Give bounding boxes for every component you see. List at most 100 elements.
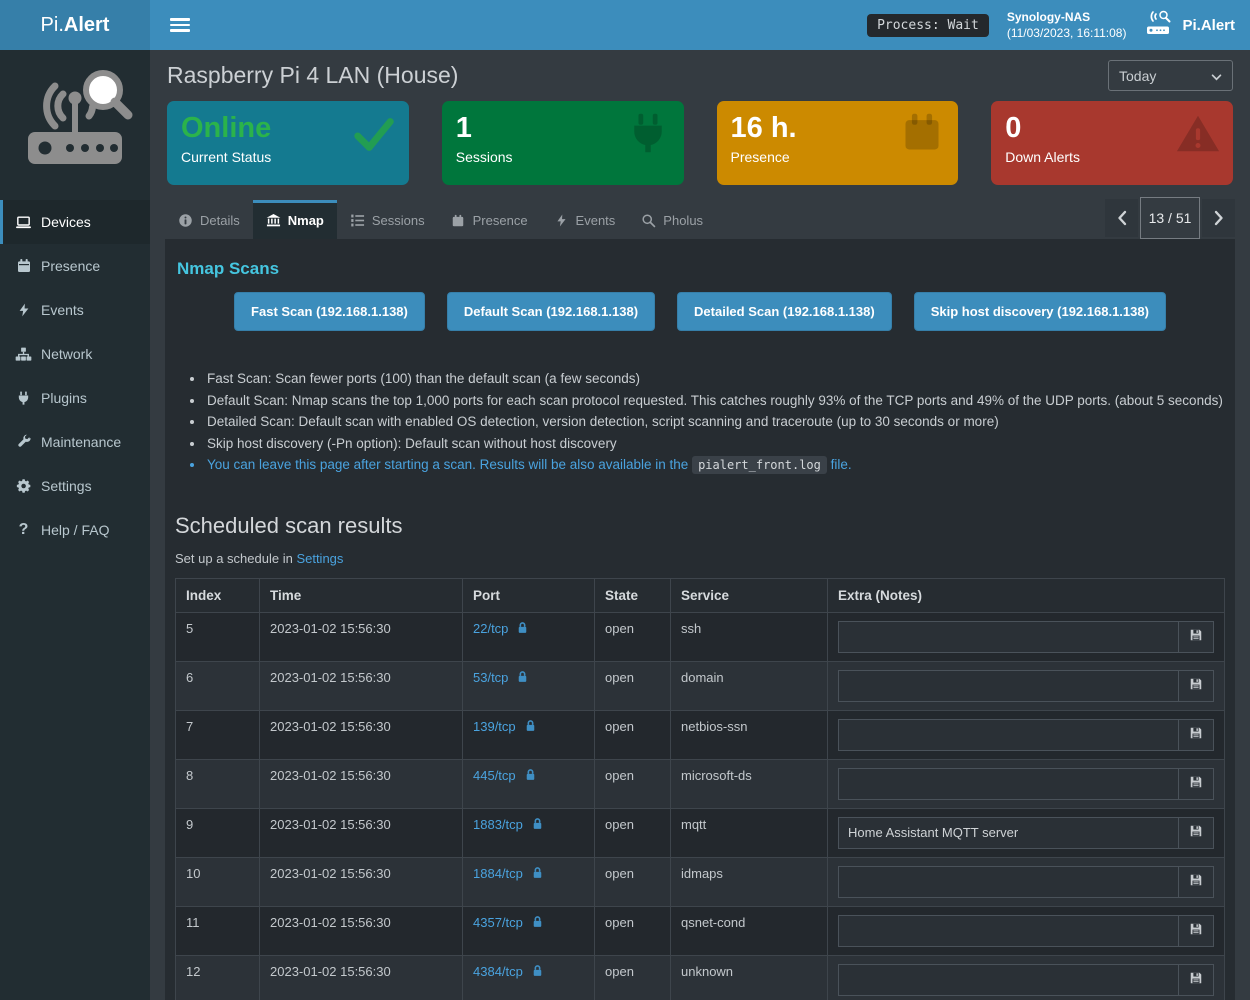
- cell-state: open: [595, 661, 671, 710]
- port-link[interactable]: 1884/tcp: [473, 866, 523, 881]
- note-input[interactable]: [838, 768, 1179, 800]
- floppy-icon: [1189, 922, 1203, 939]
- col-header-notes: Extra (Notes): [828, 578, 1225, 612]
- port-link[interactable]: 22/tcp: [473, 621, 508, 636]
- cell-state: open: [595, 955, 671, 1000]
- sidebar-item-presence[interactable]: Presence: [0, 244, 150, 288]
- note-input[interactable]: [838, 964, 1179, 996]
- port-link[interactable]: 53/tcp: [473, 670, 508, 685]
- col-header-index: Index: [176, 578, 260, 612]
- scan-note: Default Scan: Nmap scans the top 1,000 p…: [205, 390, 1225, 412]
- bolt-icon: [554, 213, 569, 228]
- cell-service: unknown: [671, 955, 828, 1000]
- port-link[interactable]: 445/tcp: [473, 768, 516, 783]
- lock-icon: [531, 866, 544, 880]
- process-status-badge: Process: Wait: [867, 14, 989, 37]
- save-note-button[interactable]: [1179, 964, 1214, 996]
- cell-index: 7: [176, 710, 260, 759]
- tab-sessions[interactable]: Sessions: [337, 200, 438, 239]
- cell-index: 9: [176, 808, 260, 857]
- brand-logo[interactable]: Pi.Alert: [0, 0, 150, 50]
- sidebar-item-devices[interactable]: Devices: [0, 200, 150, 244]
- cell-time: 2023-01-02 15:56:30: [260, 857, 463, 906]
- device-pager: 13 / 51: [1105, 197, 1235, 239]
- save-note-button[interactable]: [1179, 670, 1214, 702]
- note-input[interactable]: [838, 866, 1179, 898]
- cell-port: 22/tcp: [463, 612, 595, 661]
- port-link[interactable]: 1883/tcp: [473, 817, 523, 832]
- tab-label: Presence: [473, 213, 528, 228]
- port-link[interactable]: 4384/tcp: [473, 964, 523, 979]
- scan-results-body: 5 2023-01-02 15:56:30 22/tcp open ssh: [176, 612, 1225, 1000]
- card-presence[interactable]: 16 h. Presence: [717, 101, 959, 185]
- cell-service: mqtt: [671, 808, 828, 857]
- note-input[interactable]: [838, 719, 1179, 751]
- sidebar-item-help[interactable]: ? Help / FAQ: [0, 508, 150, 552]
- cell-service: idmaps: [671, 857, 828, 906]
- sidebar-menu: Devices Presence Events Network: [0, 200, 150, 552]
- skip-host-discovery-button[interactable]: Skip host discovery (192.168.1.138): [914, 292, 1166, 331]
- status-cards: Online Current Status 1 Sessions 16 h. P…: [165, 99, 1235, 185]
- save-note-button[interactable]: [1179, 866, 1214, 898]
- cell-state: open: [595, 710, 671, 759]
- tab-presence[interactable]: Presence: [438, 200, 541, 239]
- sidebar-item-events[interactable]: Events: [0, 288, 150, 332]
- tab-label: Nmap: [288, 213, 324, 228]
- tab-events[interactable]: Events: [541, 200, 629, 239]
- sidebar-item-settings[interactable]: Settings: [0, 464, 150, 508]
- scheduled-results-heading: Scheduled scan results: [175, 513, 1225, 539]
- sidebar: Devices Presence Events Network: [0, 50, 150, 1000]
- tab-label: Events: [576, 213, 616, 228]
- tab-details[interactable]: Details: [165, 200, 253, 239]
- cell-note: [828, 710, 1225, 759]
- save-note-button[interactable]: [1179, 621, 1214, 653]
- save-note-button[interactable]: [1179, 817, 1214, 849]
- floppy-icon: [1189, 628, 1203, 645]
- period-select[interactable]: Today: [1108, 60, 1233, 91]
- schedule-hint-text: Set up a schedule in: [175, 551, 293, 566]
- note-input[interactable]: [838, 670, 1179, 702]
- save-note-button[interactable]: [1179, 768, 1214, 800]
- card-down-alerts[interactable]: 0 Down Alerts: [991, 101, 1233, 185]
- table-row: 9 2023-01-02 15:56:30 1883/tcp open mqtt: [176, 808, 1225, 857]
- gear-icon: [15, 478, 32, 495]
- cell-port: 1883/tcp: [463, 808, 595, 857]
- detailed-scan-button[interactable]: Detailed Scan (192.168.1.138): [677, 292, 892, 331]
- note-input[interactable]: [838, 915, 1179, 947]
- check-icon: [351, 111, 397, 157]
- lock-icon: [516, 621, 529, 635]
- save-note-button[interactable]: [1179, 915, 1214, 947]
- port-link[interactable]: 4357/tcp: [473, 915, 523, 930]
- tab-pholus[interactable]: Pholus: [628, 200, 716, 239]
- next-device-button[interactable]: [1202, 199, 1235, 237]
- nmap-scans-heading: Nmap Scans: [177, 259, 1225, 279]
- device-position-indicator: 13 / 51: [1140, 197, 1200, 239]
- cell-state: open: [595, 612, 671, 661]
- card-current-status[interactable]: Online Current Status: [167, 101, 409, 185]
- hamburger-menu-icon[interactable]: [170, 18, 190, 32]
- cell-service: ssh: [671, 612, 828, 661]
- save-note-button[interactable]: [1179, 719, 1214, 751]
- sidebar-item-maintenance[interactable]: Maintenance: [0, 420, 150, 464]
- cell-time: 2023-01-02 15:56:30: [260, 612, 463, 661]
- prev-device-button[interactable]: [1105, 199, 1138, 237]
- app-chip: Pi.Alert: [1144, 10, 1235, 40]
- note-input[interactable]: [838, 621, 1179, 653]
- default-scan-button[interactable]: Default Scan (192.168.1.138): [447, 292, 655, 331]
- tab-nmap[interactable]: Nmap: [253, 200, 337, 239]
- fast-scan-button[interactable]: Fast Scan (192.168.1.138): [234, 292, 425, 331]
- calendar-icon: [900, 111, 946, 157]
- sidebar-item-network[interactable]: Network: [0, 332, 150, 376]
- calendar-icon: [451, 213, 466, 228]
- sidebar-item-label: Help / FAQ: [41, 522, 109, 538]
- floppy-icon: [1189, 873, 1203, 890]
- schedule-hint: Set up a schedule in Settings: [175, 551, 1225, 566]
- note-input[interactable]: [838, 817, 1179, 849]
- card-sessions[interactable]: 1 Sessions: [442, 101, 684, 185]
- tab-label: Details: [200, 213, 240, 228]
- cell-index: 6: [176, 661, 260, 710]
- port-link[interactable]: 139/tcp: [473, 719, 516, 734]
- top-navbar: Pi.Alert Process: Wait Synology-NAS (11/…: [0, 0, 1250, 50]
- settings-link[interactable]: Settings: [296, 551, 343, 566]
- sidebar-item-plugins[interactable]: Plugins: [0, 376, 150, 420]
